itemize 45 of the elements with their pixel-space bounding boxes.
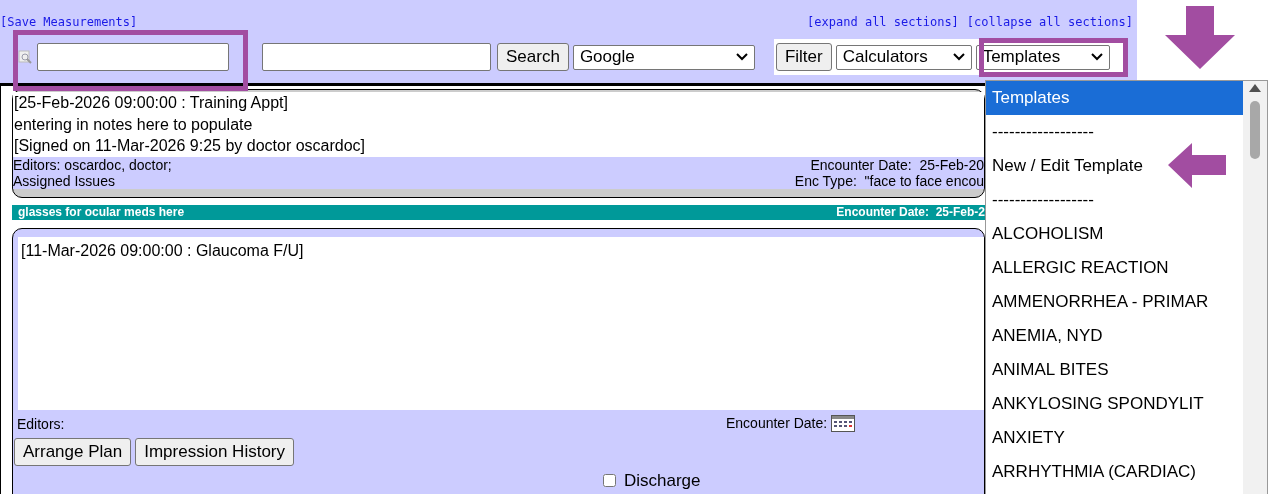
dropdown-option[interactable]: Templates <box>986 81 1243 115</box>
save-measurements-link[interactable]: [Save Measurements] <box>0 13 138 31</box>
left-arrow-icon <box>1168 143 1226 188</box>
enc-type-text: Enc Type: "face to face encou <box>794 172 984 189</box>
editors-text: Editors: oscardoc, doctor; <box>13 156 172 173</box>
search-icon <box>18 50 32 64</box>
note-text-area[interactable]: [11-Mar-2026 09:00:00 : Glaucoma F/U] <box>18 236 984 410</box>
encounter-date-text: Encounter Date: 25-Feb-2 <box>836 204 985 220</box>
templates-select[interactable]: Templates <box>975 44 1110 70</box>
editors-text: Editors: <box>17 415 65 432</box>
dropdown-option[interactable]: ANXIETY <box>986 421 1243 455</box>
engine-select[interactable]: Google <box>572 44 755 70</box>
dropdown-option[interactable]: ANIMAL BITES <box>986 353 1243 387</box>
encounter-date-label: Encounter Date: <box>726 413 828 433</box>
dropdown-option[interactable]: New / Edit Template <box>986 149 1243 183</box>
calculators-select[interactable]: Calculators <box>835 44 972 70</box>
encounter-date-text: Encounter Date: 25-Feb-20 <box>810 156 984 173</box>
issue-title: glasses for ocular meds here <box>18 204 185 220</box>
assigned-issues-text: Assigned Issues <box>13 172 116 189</box>
down-arrow-icon <box>1165 6 1235 69</box>
chevron-icon <box>1090 53 1103 61</box>
dropdown-option[interactable]: ------------------ <box>986 115 1243 149</box>
action-button[interactable]: Arrange Plan <box>14 437 132 466</box>
dropdown-option[interactable]: ALCOHOLISM <box>986 217 1243 251</box>
chevron-icon <box>735 53 748 61</box>
note-line: entering in notes here to populate <box>14 114 253 135</box>
filter-button[interactable]: Filter <box>775 43 832 71</box>
dropdown-option[interactable]: ANKYLOSING SPONDYLIT <box>986 387 1243 421</box>
search-field[interactable] <box>37 43 229 71</box>
note-line: [Signed on 11-Mar-2026 9:25 by doctor oscardoc] <box>14 136 366 156</box>
chevron-icon <box>952 53 965 61</box>
dropdown-option[interactable]: AMMENORRHEA - PRIMAR <box>986 285 1243 319</box>
note-line: [25-Feb-2026 09:00:00 : Training Appt] <box>14 93 288 113</box>
dropdown-option[interactable]: ARRHYTHMIA (CARDIAC) <box>986 455 1243 489</box>
dropdown-option[interactable]: ALLERGIC REACTION <box>986 251 1243 285</box>
calendar-icon[interactable] <box>831 414 856 432</box>
expand-all-link[interactable]: [expand all sections] <box>807 13 959 31</box>
search-field[interactable] <box>262 43 491 71</box>
action-button[interactable]: Impression History <box>135 437 294 466</box>
collapse-all-link[interactable]: [collapse all sections] <box>966 13 1133 31</box>
dropdown-option[interactable]: ANEMIA, NYD <box>986 319 1243 353</box>
discharge-checkbox[interactable] <box>603 473 616 487</box>
dropdown-option[interactable]: ------------------ <box>986 183 1243 217</box>
discharge-label: Discharge <box>624 469 701 492</box>
search-button[interactable]: Search <box>497 43 569 71</box>
